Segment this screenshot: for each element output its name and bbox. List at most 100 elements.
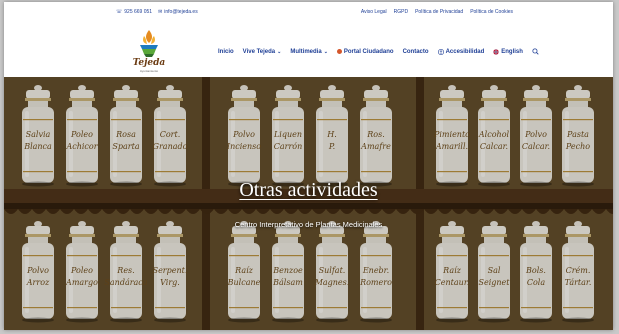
jar-label-text: P.	[328, 142, 335, 151]
legal-links: Aviso Legal RGPD Política de Privacidad …	[361, 9, 513, 15]
jar-label-text: Sulfat.	[319, 266, 346, 275]
jar-label-text: Bols.	[525, 266, 546, 275]
jar-label-text: Tártar.	[565, 278, 592, 287]
chevron-down-icon: ⌄	[277, 48, 282, 55]
apothecary-jar: Crém. Tártar.	[562, 221, 594, 323]
nav-item-label: English	[501, 48, 523, 55]
jar-label-text: Carrón	[274, 142, 303, 151]
accessibility-icon	[437, 48, 444, 55]
jar-label-text: Ros.	[366, 130, 385, 139]
nav-item-label: Inicio	[218, 48, 234, 55]
flag-icon	[493, 48, 499, 55]
browser-page: ☏ 925 669 051 ✉ info@tejeda.es Aviso Leg…	[4, 2, 613, 330]
nav-item-contacto[interactable]: Contacto	[403, 49, 429, 55]
nav-item-label: Accesibilidad	[445, 48, 485, 55]
nav-item-label: Portal Ciudadano	[343, 48, 394, 55]
jar-label-text: Magnes.	[314, 278, 350, 287]
phone-number: 925 669 051	[124, 9, 153, 15]
jar-label-text: Polvo	[232, 130, 255, 139]
phone-icon: ☏	[116, 9, 123, 15]
jar-label-text: Amargo	[65, 278, 98, 287]
nav-item-accesibilidad[interactable]: Accesibilidad	[437, 48, 485, 55]
jar-label-text: Arroz	[26, 278, 50, 287]
jar-label-text: Crém.	[566, 266, 591, 275]
legal-link-aviso[interactable]: Aviso Legal	[361, 9, 387, 15]
jar-label-text: Pecho	[565, 142, 590, 151]
hero-title[interactable]: Otras actividades	[4, 179, 613, 202]
nav-item-label: Multimedia	[290, 48, 322, 55]
apothecary-jar: H. P.	[316, 85, 348, 187]
jar-label-text: Cort.	[160, 130, 181, 139]
portal-dot-icon	[336, 49, 342, 54]
jar-label-text: Blanca	[23, 142, 52, 151]
apothecary-jar: Raíz Bulcane	[227, 221, 261, 323]
jar-label-text: Pasta	[566, 130, 589, 139]
apothecary-jar: Rosa Sparta	[110, 85, 142, 187]
hero-subtitle: Centro Interpretativo de Plantas Medicin…	[234, 220, 383, 229]
hero-banner: Salvia Blanca Poleo Achicor Rosa Sparta Cort. G…	[4, 77, 613, 330]
jar-label-text: Poleo	[70, 130, 93, 139]
search-button[interactable]	[532, 48, 539, 55]
jar-label-text: Bulcane	[227, 278, 261, 287]
nav-item-label: Contacto	[402, 48, 429, 55]
apothecary-jar: Raíz Centaur.	[435, 221, 470, 323]
chevron-down-icon: ⌄	[323, 48, 328, 55]
logo-tagline: Ayuntamiento	[139, 69, 159, 73]
jar-label-text: H.	[326, 130, 337, 139]
apothecary-jar: Poleo Amargo	[65, 221, 98, 323]
site-logo[interactable]: Tejeda Ayuntamiento	[130, 27, 168, 73]
nav-item-portal-ciudadano[interactable]: Portal Ciudadano	[336, 48, 394, 55]
apothecary-jar: Ros. Amafre	[360, 85, 392, 187]
jar-label-text: Alcohol	[478, 130, 510, 139]
apothecary-jar: Alcohol Calcar.	[478, 85, 510, 187]
hero-image-pharmacy-jars: Salvia Blanca Poleo Achicor Rosa Sparta Cort. G…	[4, 77, 613, 330]
main-nav: Inicio Vive Tejeda ⌄ Multimedia ⌄ Portal…	[218, 48, 539, 55]
jar-label-text: Raíz	[234, 266, 254, 275]
nav-item-inicio[interactable]: Inicio	[218, 49, 234, 55]
logo-name: Tejeda	[132, 58, 166, 68]
jar-label-text: Achicor	[65, 142, 98, 151]
apothecary-jar: Poleo Achicor	[65, 85, 99, 187]
jar-label-text: Salvia	[26, 130, 51, 139]
jar-label-text: Bálsam	[272, 278, 303, 287]
phone-link[interactable]: ☏ 925 669 051	[116, 9, 152, 15]
apothecary-jar: Enebr. Romero	[359, 221, 392, 323]
jar-label-text: Res.	[116, 266, 134, 275]
jar-label-text: Calcar.	[522, 142, 550, 151]
nav-item-vive-tejeda[interactable]: Vive Tejeda ⌄	[243, 49, 282, 55]
search-icon	[532, 48, 539, 55]
jar-label-text: Romero	[359, 278, 392, 287]
email-link[interactable]: ✉ info@tejeda.es	[158, 9, 198, 15]
jar-label-text: Benzoe	[272, 266, 303, 275]
apothecary-jar: Polvo Incienso	[226, 85, 261, 187]
jar-label-text: Serpent.	[153, 266, 188, 275]
jar-label-text: Cola	[527, 278, 545, 287]
legal-link-rgpd[interactable]: RGPD	[394, 9, 408, 15]
apothecary-jar: Liquen Carrón	[272, 85, 304, 187]
top-bar: ☏ 925 669 051 ✉ info@tejeda.es Aviso Leg…	[4, 2, 613, 24]
jar-label-text: Sandáraca	[104, 278, 147, 287]
jar-label-text: Enebr.	[362, 266, 389, 275]
nav-item-label: Vive Tejeda	[242, 48, 276, 55]
apothecary-jar: Sulfat. Magnes.	[314, 221, 350, 323]
jar-label-text: Pimiento	[433, 130, 470, 139]
jar-label-text: Raíz	[442, 266, 462, 275]
jar-label-text: Polvo	[524, 130, 547, 139]
apothecary-jar: Sal Seignet	[478, 221, 510, 323]
apothecary-jar: Serpent. Virg.	[153, 221, 188, 323]
legal-link-privacidad[interactable]: Política de Privacidad	[415, 9, 463, 15]
apothecary-jar: Salvia Blanca	[22, 85, 54, 187]
jar-label-text: Centaur.	[435, 278, 470, 287]
apothecary-jar: Polvo Calcar.	[520, 85, 552, 187]
contact-info: ☏ 925 669 051 ✉ info@tejeda.es	[116, 9, 198, 15]
jar-label-text: Liquen	[273, 130, 302, 139]
nav-item-english[interactable]: English	[493, 49, 523, 55]
jar-label-text: Rosa	[115, 130, 136, 139]
email-address: info@tejeda.es	[164, 9, 198, 15]
jar-label-text: Calcar.	[480, 142, 508, 151]
jar-label-text: Virg.	[160, 278, 180, 287]
jar-label-text: Sal	[488, 266, 501, 275]
apothecary-jar: Benzoe Bálsam	[272, 221, 304, 323]
nav-item-multimedia[interactable]: Multimedia ⌄	[290, 49, 328, 55]
legal-link-cookies[interactable]: Política de Cookies	[470, 9, 513, 15]
